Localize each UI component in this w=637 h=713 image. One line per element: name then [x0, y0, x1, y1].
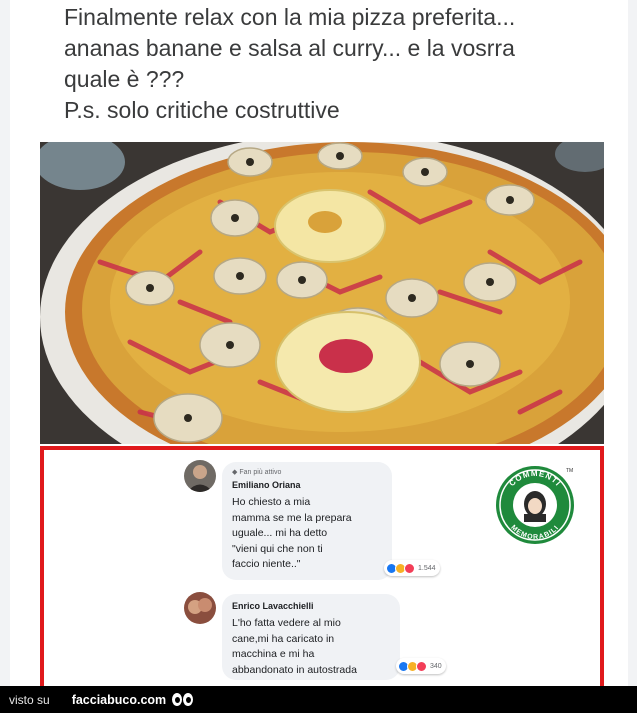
user-avatar-icon [184, 592, 216, 624]
caption-line: quale è ??? [64, 66, 185, 92]
comment-text: Ho chiesto a mia mamma se me la prepara … [232, 495, 382, 573]
pizza-photo[interactable] [40, 142, 604, 444]
love-reaction-icon [416, 660, 427, 672]
top-fan-badge: ◆ Fan più attivo [232, 469, 282, 476]
footer-site-link[interactable]: facciabuco.com [72, 693, 166, 707]
comment-text-line: macchina e mi ha [232, 648, 315, 660]
reaction-count: 340 [430, 662, 442, 670]
eye-icon [172, 693, 183, 706]
comment-author[interactable]: Emiliano Oriana [232, 479, 382, 491]
avatar[interactable] [184, 592, 216, 624]
pizza-image [40, 142, 604, 444]
reaction-summary[interactable]: 1.544 [384, 560, 440, 576]
reaction-count: 1.544 [418, 564, 436, 572]
comment-text: L'ho fatta vedere al mio cane,mi ha cari… [232, 616, 390, 678]
logo-trademark: TM [566, 468, 573, 474]
comment-bubble[interactable]: Enrico Lavacchielli L'ho fatta vedere al… [222, 594, 400, 680]
comment-text-line: "vieni qui che non ti [232, 542, 323, 555]
facebook-post: Finalmente relax con la mia pizza prefer… [0, 0, 637, 686]
avatar[interactable] [184, 460, 216, 492]
post-caption: Finalmente relax con la mia pizza prefer… [64, 2, 624, 126]
caption-line: ananas banane e salsa al curry... e la v… [64, 35, 515, 61]
comment-text-line: uguale... mi ha detto [232, 527, 328, 539]
comment-text-line: mamma se me la prepara [232, 511, 352, 524]
user-avatar-icon [184, 460, 216, 492]
comment-author[interactable]: Enrico Lavacchielli [232, 600, 390, 612]
reaction-summary[interactable]: 340 [396, 658, 446, 674]
comment-bubble[interactable]: ◆ Fan più attivo Emiliano Oriana Ho chie… [222, 462, 392, 580]
comment-text-line: abbandonato in autostrada [232, 663, 357, 676]
comment-text-line: cane,mi ha caricato in [232, 632, 335, 645]
eyes-icon [172, 693, 194, 706]
comment-text-line: L'ho fatta vedere al mio [232, 617, 341, 629]
love-reaction-icon [404, 562, 415, 574]
caption-line: P.s. solo critiche costruttive [64, 97, 340, 123]
comment-text-line: faccio niente.." [232, 558, 301, 570]
site-footer: visto su facciabuco.com [0, 686, 637, 713]
comment-text-line: Ho chiesto a mia [232, 496, 311, 508]
caption-line: Finalmente relax con la mia pizza prefer… [64, 4, 516, 30]
commenti-memorabili-logo: COMMENTI MEMORABILI TM [496, 466, 574, 544]
footer-visto-su: visto su [9, 692, 50, 707]
eye-icon [183, 693, 194, 706]
comments-screenshot-frame: ◆ Fan più attivo Emiliano Oriana Ho chie… [40, 446, 604, 686]
top-fan-label: Fan più attivo [239, 469, 282, 476]
